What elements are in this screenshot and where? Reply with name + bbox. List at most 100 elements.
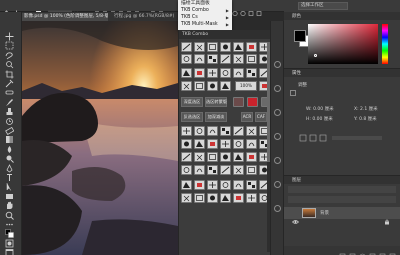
width-field[interactable]: W: 0.00 厘米 <box>306 106 334 112</box>
dodge-burn-button[interactable]: 加深减淡 <box>205 112 227 122</box>
tkb-action-button-icon[interactable] <box>181 165 192 175</box>
tkb-action-button-icon[interactable] <box>181 42 192 52</box>
lasso-icon[interactable] <box>5 45 14 60</box>
align-buttons-icon[interactable] <box>95 2 175 16</box>
quick-mask-icon[interactable] <box>5 233 14 248</box>
tkb-action-button-icon[interactable] <box>207 180 218 190</box>
tkb-action-button-icon[interactable] <box>207 165 218 175</box>
tkb-action-button-icon[interactable] <box>207 54 218 64</box>
tkb-action-button-icon[interactable] <box>246 193 257 203</box>
caf-button[interactable]: CAF <box>255 112 267 122</box>
tkb-action-button-icon[interactable] <box>181 180 192 190</box>
tab-document-1[interactable]: 影像.psd @ 100% (色阶调整图层, 5/8-版) <box>22 13 108 21</box>
tkb-action-button-icon[interactable] <box>194 180 205 190</box>
tkb-action-button-icon[interactable] <box>194 81 205 91</box>
actions-panel-icon[interactable] <box>274 85 281 92</box>
tkb-action-button-icon[interactable] <box>220 81 231 91</box>
tkb-action-button-icon[interactable] <box>220 193 231 203</box>
menu-item-tkb-multi-mask[interactable]: TKB Multi-Mask <box>181 21 218 29</box>
layers-tab[interactable]: 图层 <box>292 177 301 183</box>
rectangle-icon[interactable] <box>5 186 14 199</box>
screen-mode-icon[interactable] <box>5 242 14 255</box>
tkb-action-button-icon[interactable] <box>207 42 218 52</box>
tkb-action-button-icon[interactable] <box>220 42 231 52</box>
tkb-action-button-icon[interactable] <box>246 54 257 64</box>
zoom-icon[interactable] <box>5 205 14 220</box>
tkb-action-button-icon[interactable] <box>194 193 205 203</box>
color-tab[interactable]: 颜色 <box>292 13 301 19</box>
tkb-action-button-icon[interactable] <box>246 68 257 78</box>
move-tool-option-icon[interactable] <box>13 2 20 17</box>
paths-panel-icon[interactable] <box>274 181 281 188</box>
hue-slider[interactable] <box>382 24 388 64</box>
tkb-action-button-icon[interactable] <box>233 42 244 52</box>
3d-mode-icons[interactable] <box>232 2 272 17</box>
tkb-action-button-icon[interactable] <box>220 139 231 149</box>
checkbox-icon[interactable] <box>35 2 42 16</box>
gradient-icon[interactable] <box>5 129 14 144</box>
tkb-action-button-icon[interactable] <box>233 126 244 136</box>
history-brush-icon[interactable] <box>5 111 14 125</box>
tkb-action-button-icon[interactable] <box>181 139 192 149</box>
tkb-action-button-icon[interactable] <box>233 139 244 149</box>
home-icon[interactable] <box>3 2 10 17</box>
foreground-color-swatch-front[interactable] <box>294 30 306 42</box>
acr-button[interactable]: ACR <box>241 112 253 122</box>
save-selection-button[interactable]: 深度选区 <box>181 97 203 107</box>
tkb-action-button-icon[interactable] <box>181 68 192 78</box>
history-panel-icon[interactable] <box>274 61 281 68</box>
layer-name[interactable]: 背景 <box>320 210 329 216</box>
layer-filter-bar[interactable] <box>288 186 396 193</box>
tkb-action-button-icon[interactable] <box>181 152 192 162</box>
tkb-action-button-icon[interactable] <box>220 180 231 190</box>
properties-tab[interactable]: 属性 <box>292 70 301 76</box>
quick-select-icon[interactable] <box>5 54 14 69</box>
marquee-icon[interactable] <box>5 35 14 50</box>
zoom-100-button[interactable]: 100% <box>235 81 257 91</box>
tkb-action-button-icon[interactable] <box>194 139 205 149</box>
tkb-action-button-icon[interactable] <box>220 68 231 78</box>
tkb-action-button-icon[interactable] <box>220 152 231 162</box>
tkb-action-button-icon[interactable] <box>194 54 205 64</box>
layer-row[interactable]: 背景 <box>284 207 400 225</box>
eyedropper-icon[interactable] <box>5 73 14 88</box>
brush-panel-icon[interactable] <box>274 109 281 116</box>
tkb-action-button-icon[interactable] <box>207 81 218 91</box>
tkb-action-button-icon[interactable] <box>246 139 257 149</box>
tkb-action-button-icon[interactable] <box>181 81 192 91</box>
more-icon[interactable] <box>5 214 14 226</box>
eraser-icon[interactable] <box>5 120 15 135</box>
tkb-action-button-icon[interactable] <box>194 68 205 78</box>
tkb-action-button-icon[interactable] <box>233 54 244 64</box>
tkb-action-button-icon[interactable] <box>233 193 244 203</box>
document-canvas[interactable] <box>22 21 178 255</box>
move-icon[interactable] <box>5 26 14 41</box>
fg-bg-colors-icon[interactable] <box>5 223 14 239</box>
color-field[interactable] <box>308 24 378 64</box>
x-field[interactable]: X: 2.1 厘米 <box>354 106 378 112</box>
tkb-color-swatch-button[interactable] <box>233 97 244 107</box>
auto-select-dropdown[interactable] <box>48 2 88 17</box>
crop-icon[interactable] <box>5 64 14 79</box>
inverse-selection-button[interactable]: 反选选区 <box>181 112 203 122</box>
healing-icon[interactable] <box>5 82 14 95</box>
tkb-action-button-icon[interactable] <box>246 126 257 136</box>
tkb-action-button-icon[interactable] <box>181 126 192 136</box>
height-field[interactable]: H: 0.00 厘米 <box>306 116 333 122</box>
tkb-action-button-icon[interactable] <box>233 165 244 175</box>
tkb-action-button-icon[interactable] <box>207 68 218 78</box>
tkb-color-swatch-button[interactable] <box>247 97 258 107</box>
blend-mode-bar[interactable] <box>288 196 396 203</box>
info-panel-icon[interactable] <box>274 133 281 140</box>
visibility-icon[interactable] <box>292 210 299 229</box>
tkb-action-button-icon[interactable] <box>220 165 231 175</box>
tab-document-2[interactable]: 行程.jpg @ 66.7%(RGB/8#) <box>112 13 178 21</box>
tkb-action-button-icon[interactable] <box>246 165 257 175</box>
tkb-action-button-icon[interactable] <box>220 54 231 64</box>
tkb-action-button-icon[interactable] <box>220 126 231 136</box>
tkb-action-button-icon[interactable] <box>207 193 218 203</box>
tkb-action-button-icon[interactable] <box>246 152 257 162</box>
tkb-action-button-icon[interactable] <box>181 54 192 64</box>
tkb-action-button-icon[interactable] <box>194 152 205 162</box>
tkb-action-button-icon[interactable] <box>207 139 218 149</box>
